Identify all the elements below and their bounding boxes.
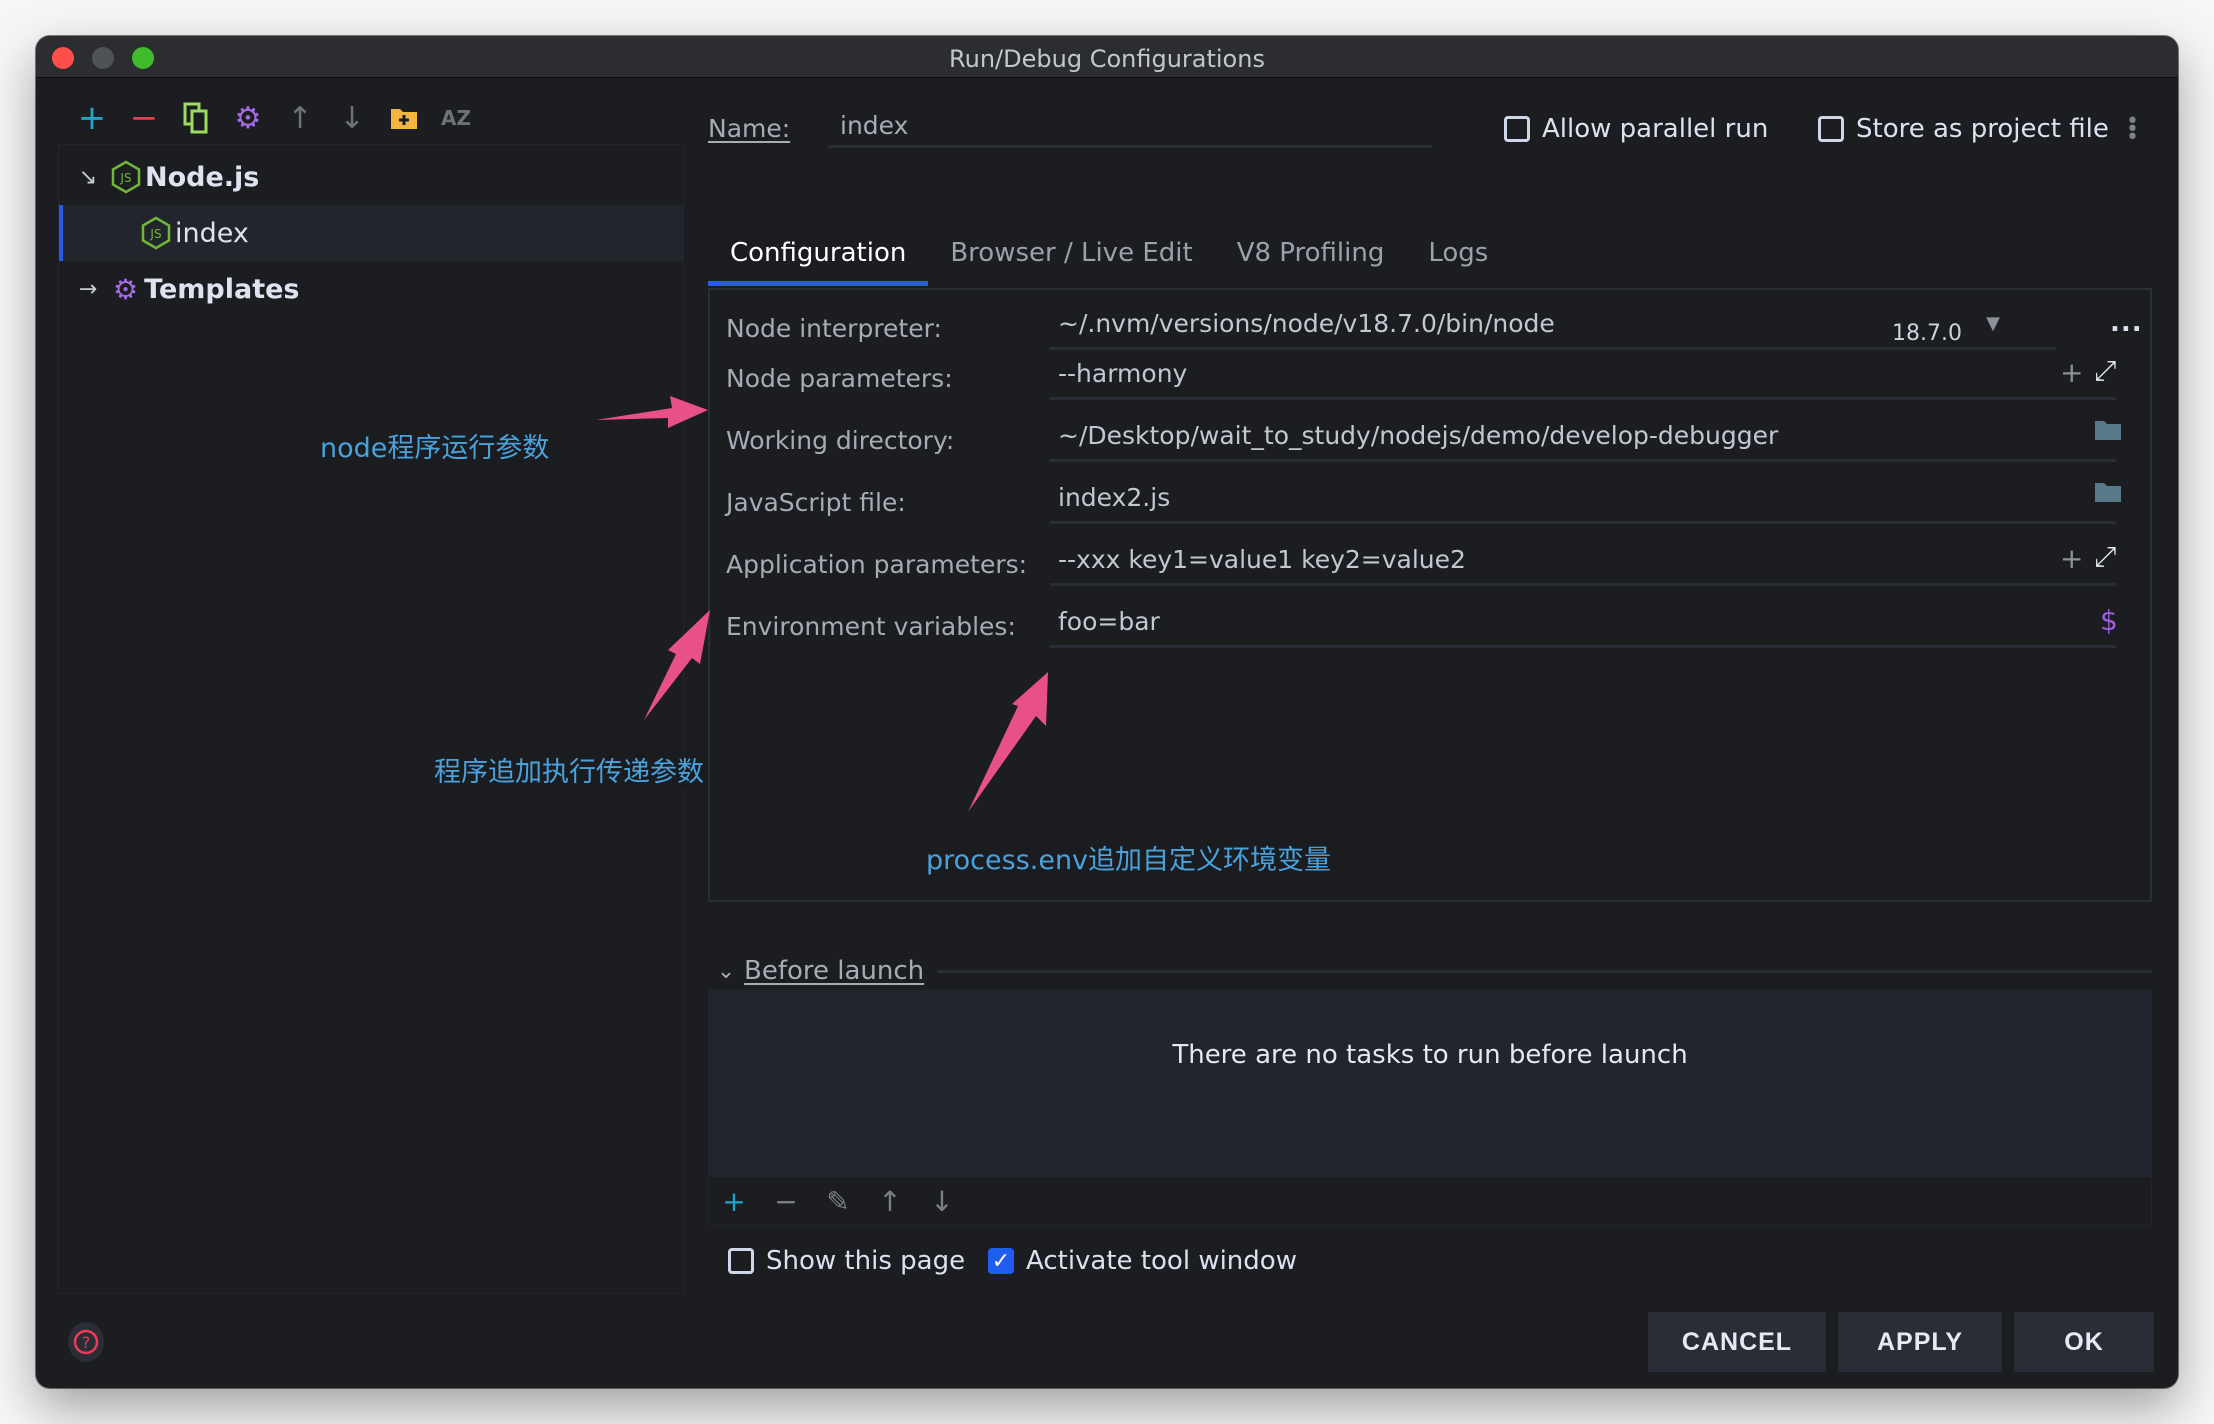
name-label: Name: — [708, 114, 791, 143]
store-as-project-file-checkbox[interactable]: Store as project file — [1818, 114, 2109, 144]
tab-logs[interactable]: Logs — [1406, 226, 1510, 284]
node-interpreter-select[interactable]: ~/.nvm/versions/node/v18.7.0/bin/node 18… — [1050, 304, 2056, 350]
checkbox-label: Show this page — [766, 1246, 966, 1276]
tree-item-label: Templates — [144, 273, 300, 305]
folder-icon[interactable] — [2094, 416, 2122, 449]
tab-configuration[interactable]: Configuration — [708, 226, 929, 286]
expand-icon[interactable]: → — [73, 277, 103, 302]
svg-text:JS: JS — [149, 227, 161, 241]
cancel-button[interactable]: CANCEL — [1648, 1312, 1826, 1372]
svg-text:JS: JS — [119, 171, 131, 185]
remove-icon[interactable]: − — [118, 98, 170, 138]
annotation-app-params: 程序追加执行传递参数 — [434, 750, 704, 789]
ok-button[interactable]: OK — [2014, 1312, 2154, 1372]
checkbox-box[interactable] — [728, 1248, 754, 1274]
tab-browser-live-edit[interactable]: Browser / Live Edit — [928, 226, 1214, 284]
checkbox-box[interactable] — [1818, 116, 1844, 142]
environment-variables-icon[interactable]: $ — [2100, 604, 2118, 637]
expand-field-icon[interactable]: ⤢ — [2094, 354, 2116, 388]
browse-interpreter-button[interactable]: ... — [2110, 308, 2143, 338]
activate-tool-window-checkbox[interactable]: ✓ Activate tool window — [988, 1246, 1297, 1276]
tree-item-templates[interactable]: → ⚙ Templates — [59, 261, 683, 317]
tasks-toolbar: + − ✎ ↑ ↓ — [708, 1176, 2152, 1226]
move-up-icon[interactable]: ↑ — [274, 98, 326, 138]
more-options-icon[interactable]: • • • — [2126, 111, 2146, 149]
help-button[interactable]: ? — [68, 1322, 104, 1362]
node-interpreter-value: ~/.nvm/versions/node/v18.7.0/bin/node — [1058, 309, 1555, 338]
title-bar: Run/Debug Configurations — [36, 36, 2178, 78]
edit-task-icon[interactable]: ✎ — [823, 1185, 853, 1218]
chevron-down-icon[interactable]: ⌄ — [708, 959, 744, 984]
configuration-panel: Node interpreter: ~/.nvm/versions/node/v… — [708, 288, 2152, 902]
tree-item-label: index — [175, 217, 249, 249]
help-icon: ? — [73, 1329, 99, 1355]
javascript-file-label: JavaScript file: — [726, 488, 906, 517]
working-directory-label: Working directory: — [726, 426, 955, 455]
annotation-node-params: node程序运行参数 — [320, 426, 550, 465]
add-task-icon[interactable]: + — [719, 1185, 749, 1218]
before-launch-header[interactable]: ⌄ Before launch — [708, 956, 2152, 986]
configurations-tree: ↘ JS Node.js JS index → ⚙ Templates — [58, 144, 684, 1294]
tree-item-label: Node.js — [145, 161, 260, 193]
checkbox-box-checked[interactable]: ✓ — [988, 1248, 1014, 1274]
collapse-icon[interactable]: ↘ — [73, 165, 103, 190]
add-parameter-icon[interactable]: + — [2060, 542, 2083, 575]
configurations-toolbar: + − ⚙ ↑ ↓ AZ — [66, 96, 482, 140]
working-directory-input[interactable]: ~/Desktop/wait_to_study/nodejs/demo/deve… — [1050, 416, 2116, 462]
node-parameters-input[interactable]: --harmony — [1050, 354, 2116, 400]
empty-tasks-text: There are no tasks to run before launch — [1172, 1040, 1688, 1070]
copy-icon[interactable] — [170, 98, 222, 138]
environment-variables-label: Environment variables: — [726, 612, 1016, 641]
sort-icon[interactable]: AZ — [430, 98, 482, 138]
settings-icon[interactable]: ⚙ — [222, 98, 274, 138]
nodejs-icon: JS — [141, 216, 171, 250]
config-tabs: Configuration Browser / Live Edit V8 Pro… — [708, 226, 1510, 286]
application-parameters-input[interactable]: --xxx key1=value1 key2=value2 — [1050, 540, 2116, 586]
move-task-up-icon[interactable]: ↑ — [875, 1185, 905, 1218]
window-title: Run/Debug Configurations — [949, 45, 1265, 73]
node-interpreter-label: Node interpreter: — [726, 314, 942, 343]
checkbox-label: Allow parallel run — [1542, 114, 1769, 144]
before-launch-title: Before launch — [744, 956, 925, 986]
application-parameters-label: Application parameters: — [726, 550, 1028, 579]
new-folder-icon[interactable] — [378, 98, 430, 138]
add-parameter-icon[interactable]: + — [2060, 356, 2083, 389]
move-task-down-icon[interactable]: ↓ — [927, 1185, 957, 1218]
run-debug-configurations-dialog: Run/Debug Configurations + − ⚙ ↑ ↓ AZ ↘ … — [36, 36, 2178, 1388]
divider — [938, 969, 2152, 973]
checkbox-label: Activate tool window — [1026, 1246, 1297, 1276]
add-icon[interactable]: + — [66, 98, 118, 138]
expand-field-icon[interactable]: ⤢ — [2094, 540, 2116, 574]
javascript-file-input[interactable]: index2.js — [1050, 478, 2116, 524]
checkbox-box[interactable] — [1504, 116, 1530, 142]
folder-icon[interactable] — [2094, 478, 2122, 511]
before-launch-tasks-list: There are no tasks to run before launch — [708, 990, 2152, 1176]
apply-button[interactable]: APPLY — [1838, 1312, 2002, 1372]
node-version: 18.7.0 — [1892, 321, 1962, 346]
nodejs-icon: JS — [111, 160, 141, 194]
allow-parallel-run-checkbox[interactable]: Allow parallel run — [1504, 114, 1768, 144]
checkbox-label: Store as project file — [1856, 114, 2109, 144]
show-this-page-checkbox[interactable]: Show this page — [728, 1246, 965, 1276]
svg-text:?: ? — [82, 1333, 91, 1352]
dropdown-arrow-icon[interactable]: ▼ — [1986, 304, 2000, 344]
name-input[interactable]: index — [828, 106, 1432, 148]
annotation-env-vars: process.env追加自定义环境变量 — [926, 838, 1332, 877]
templates-gear-icon: ⚙ — [113, 272, 139, 306]
tree-item-index[interactable]: JS index — [59, 205, 683, 261]
node-parameters-label: Node parameters: — [726, 364, 953, 393]
remove-task-icon[interactable]: − — [771, 1185, 801, 1218]
environment-variables-input[interactable]: foo=bar — [1050, 602, 2116, 648]
tab-v8-profiling[interactable]: V8 Profiling — [1215, 226, 1407, 284]
move-down-icon[interactable]: ↓ — [326, 98, 378, 138]
tree-item-nodejs[interactable]: ↘ JS Node.js — [59, 149, 683, 205]
